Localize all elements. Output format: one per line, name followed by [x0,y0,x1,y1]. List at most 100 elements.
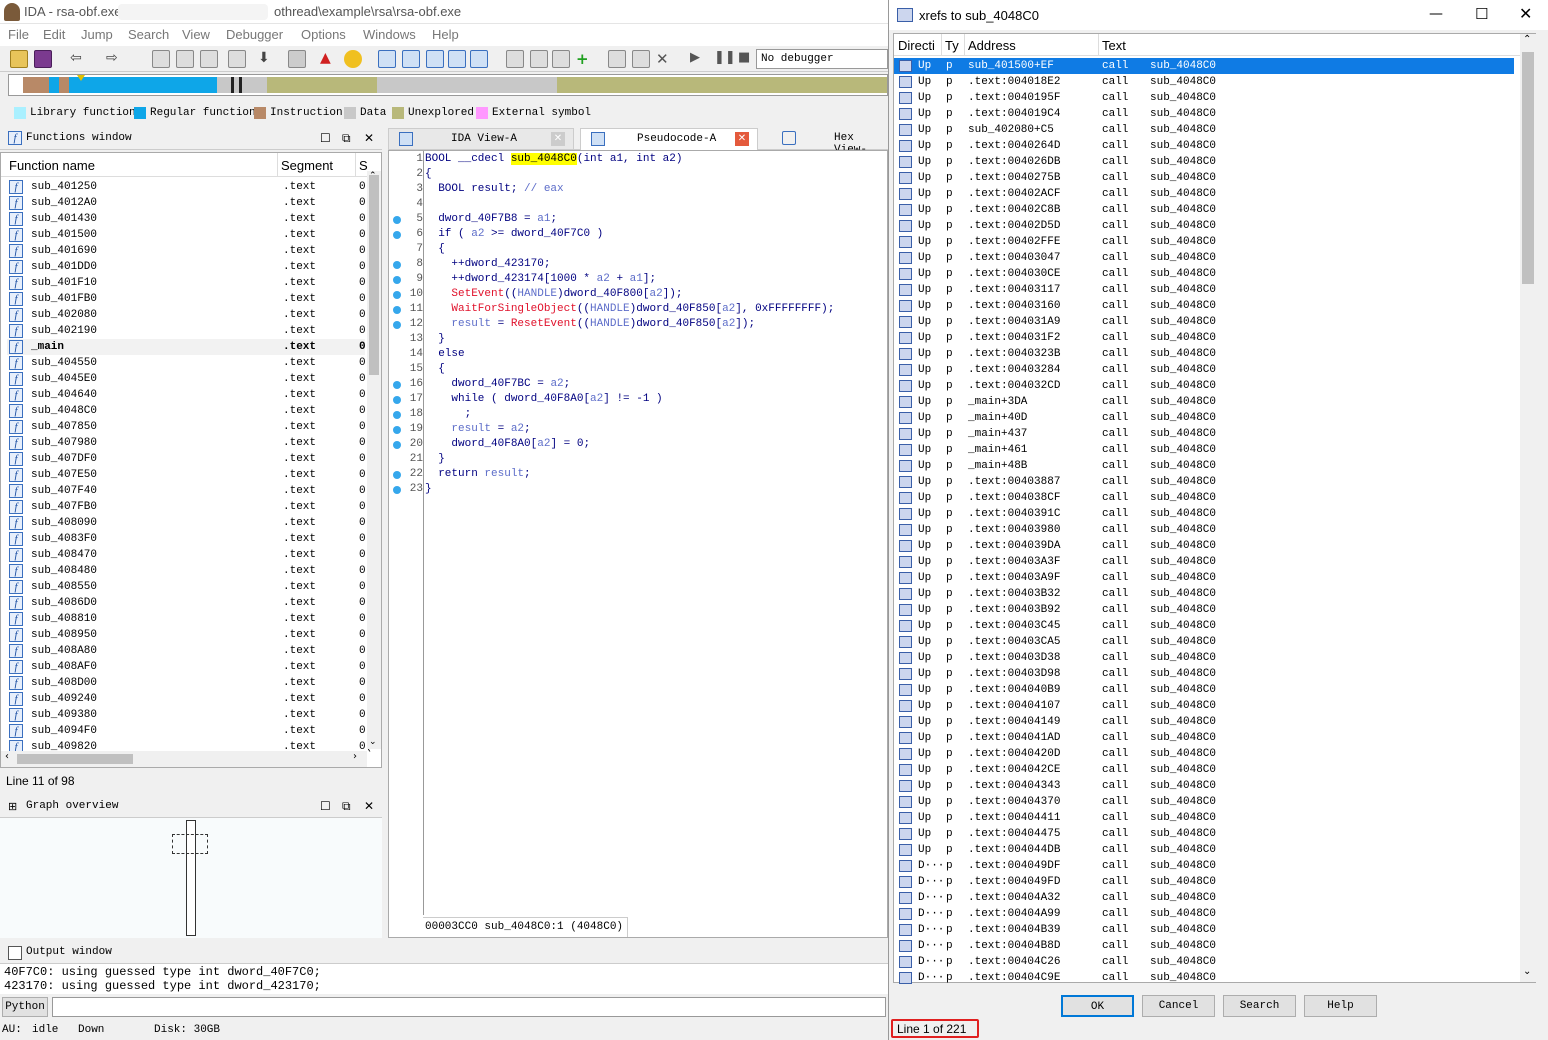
breakpoint-dot[interactable] [393,471,401,479]
xref-row[interactable]: D··· p .text:00404A99 call sub_4048C0 [894,906,1514,922]
tab-hex-view[interactable]: Hex View- [774,128,888,156]
debugger-select[interactable]: No debugger [756,49,888,69]
code-line[interactable]: 14 else [389,348,889,363]
col-type[interactable]: Ty [945,38,959,53]
xref-row[interactable]: Up p .text:004030CE call sub_4048C0 [894,266,1514,282]
vertical-scrollbar[interactable]: ⌃ ⌄ [1520,34,1536,982]
pseudocode-view[interactable]: 1 BOOL __cdecl sub_4048C0(int a1, int a2)… [388,150,888,938]
search-next-icon[interactable] [228,50,246,68]
xref-row[interactable]: Up p .text:0040275B call sub_4048C0 [894,170,1514,186]
breakpoint-dot[interactable] [393,261,401,269]
code-line[interactable]: 12 result = ResetEvent((HANDLE)dword_40F… [389,318,889,333]
function-row[interactable]: f sub_401500 .text 0( [7,227,372,243]
code-line[interactable]: 17 while ( dword_40F8A0[a2] != -1 ) [389,393,889,408]
function-row[interactable]: f sub_407980 .text 0( [7,435,372,451]
scroll-down-icon[interactable]: ⌄ [369,737,377,747]
xref-row[interactable]: Up p .text:00404343 call sub_4048C0 [894,778,1514,794]
function-row[interactable]: f sub_407E50 .text 0( [7,467,372,483]
function-row[interactable]: f sub_4048C0 .text 0( [7,403,372,419]
xref-row[interactable]: Up p .text:00402ACF call sub_4048C0 [894,186,1514,202]
function-row[interactable]: f sub_404550 .text 0( [7,355,372,371]
menu-edit[interactable]: Edit [43,27,65,42]
function-row[interactable]: f sub_401430 .text 0( [7,211,372,227]
close-icon[interactable]: ✕ [1519,4,1532,23]
xref-row[interactable]: Up p sub_402080+C5 call sub_4048C0 [894,122,1514,138]
jump-down-icon[interactable]: ⬇ [258,50,276,68]
breakpoint-dot[interactable] [393,396,401,404]
float-icon[interactable]: ⧉ [342,131,351,146]
xref-row[interactable]: Up p .text:00404411 call sub_4048C0 [894,810,1514,826]
menu-debugger[interactable]: Debugger [226,27,283,42]
scroll-left-icon[interactable]: ‹ [5,751,9,762]
bulb-icon[interactable] [344,50,362,68]
xref-row[interactable]: Up p .text:00403887 call sub_4048C0 [894,474,1514,490]
breakpoint-dot[interactable] [393,441,401,449]
xref-row[interactable]: Up p .text:00403D98 call sub_4048C0 [894,666,1514,682]
xref-row[interactable]: Up p .text:00404370 call sub_4048C0 [894,794,1514,810]
function-row[interactable]: f sub_408470 .text 0( [7,547,372,563]
stop-icon[interactable]: ■ [738,50,756,68]
forward-icon[interactable]: ⇨ [106,50,120,68]
xref-row[interactable]: Up p sub_401500+EF call sub_4048C0 [894,58,1514,74]
navigation-band[interactable] [8,74,888,96]
xref-row[interactable]: D··· p .text:00404A32 call sub_4048C0 [894,890,1514,906]
search-binary-icon[interactable] [152,50,170,68]
function-row[interactable]: f sub_401DD0 .text 0( [7,259,372,275]
close-icon[interactable]: ✕ [551,132,565,146]
col-text[interactable]: Text [1102,38,1126,53]
xref-row[interactable]: Up p .text:004018E2 call sub_4048C0 [894,74,1514,90]
function-row[interactable]: f sub_408480 .text 0( [7,563,372,579]
pause-icon[interactable]: ❚❚ [714,50,736,68]
function-row[interactable]: f sub_407F40 .text 0( [7,483,372,499]
breakpoint-dot[interactable] [393,381,401,389]
undefine-icon[interactable] [608,50,626,68]
code-line[interactable]: 20 dword_40F8A0[a2] = 0; [389,438,889,453]
function-row[interactable]: f sub_408A80 .text 0( [7,643,372,659]
function-row[interactable]: f sub_408D00 .text 0( [7,675,372,691]
tab-pseudocode[interactable]: Pseudocode-A ✕ [580,128,758,150]
add-icon[interactable]: + [576,50,594,68]
xref-row[interactable]: Up p .text:00403B32 call sub_4048C0 [894,586,1514,602]
xref-row[interactable]: Up p .text:004038CF call sub_4048C0 [894,490,1514,506]
col-segment[interactable]: Segment [281,158,333,173]
code-line[interactable]: 21 } [389,453,889,468]
xref-row[interactable]: Up p .text:004026DB call sub_4048C0 [894,154,1514,170]
menu-help[interactable]: Help [432,27,459,42]
xref-row[interactable]: D··· p .text:004049FD call sub_4048C0 [894,874,1514,890]
breakpoint-dot[interactable] [393,306,401,314]
xref-row[interactable]: Up p .text:00402C8B call sub_4048C0 [894,202,1514,218]
function-row[interactable]: f sub_408810 .text 0( [7,611,372,627]
view-strings-icon[interactable] [470,50,488,68]
maximize-icon[interactable]: ☐ [320,131,331,145]
view-disasm-icon[interactable] [378,50,396,68]
maximize-icon[interactable]: ☐ [320,799,331,813]
breakpoint-dot[interactable] [393,411,401,419]
function-row[interactable]: f sub_404640 .text 0( [7,387,372,403]
breakpoint-dot[interactable] [393,276,401,284]
function-row[interactable]: f sub_408950 .text 0( [7,627,372,643]
function-row[interactable]: f sub_4086D0 .text 0( [7,595,372,611]
function-row[interactable]: f sub_402190 .text 0( [7,323,372,339]
xref-row[interactable]: Up p .text:00403284 call sub_4048C0 [894,362,1514,378]
breakpoint-dot[interactable] [393,291,401,299]
functions-list[interactable]: Function name Segment S f sub_401250 .text… [0,152,382,768]
play-icon[interactable]: ▶ [690,50,708,68]
function-row[interactable]: f sub_408AF0 .text 0( [7,659,372,675]
xref-row[interactable]: Up p .text:004041AD call sub_4048C0 [894,730,1514,746]
xref-row[interactable]: D··· p .text:00404B39 call sub_4048C0 [894,922,1514,938]
function-row[interactable]: f sub_409240 .text 0( [7,691,372,707]
make-data-icon[interactable] [530,50,548,68]
xref-row[interactable]: Up p .text:00403CA5 call sub_4048C0 [894,634,1514,650]
graph-viewport[interactable] [172,834,208,854]
xref-row[interactable]: Up p .text:00403B92 call sub_4048C0 [894,602,1514,618]
xref-row[interactable]: Up p .text:0040264D call sub_4048C0 [894,138,1514,154]
function-row[interactable]: f sub_4083F0 .text 0( [7,531,372,547]
col-function-name[interactable]: Function name [9,158,95,173]
function-row[interactable]: f sub_4094F0 .text 0( [7,723,372,739]
col-address[interactable]: Address [968,38,1016,53]
view-structs-icon[interactable] [426,50,444,68]
view-hex-icon[interactable] [402,50,420,68]
xref-row[interactable]: Up p .text:004040B9 call sub_4048C0 [894,682,1514,698]
graph-overview-canvas[interactable] [0,818,382,938]
code-line[interactable]: 4 [389,198,889,213]
